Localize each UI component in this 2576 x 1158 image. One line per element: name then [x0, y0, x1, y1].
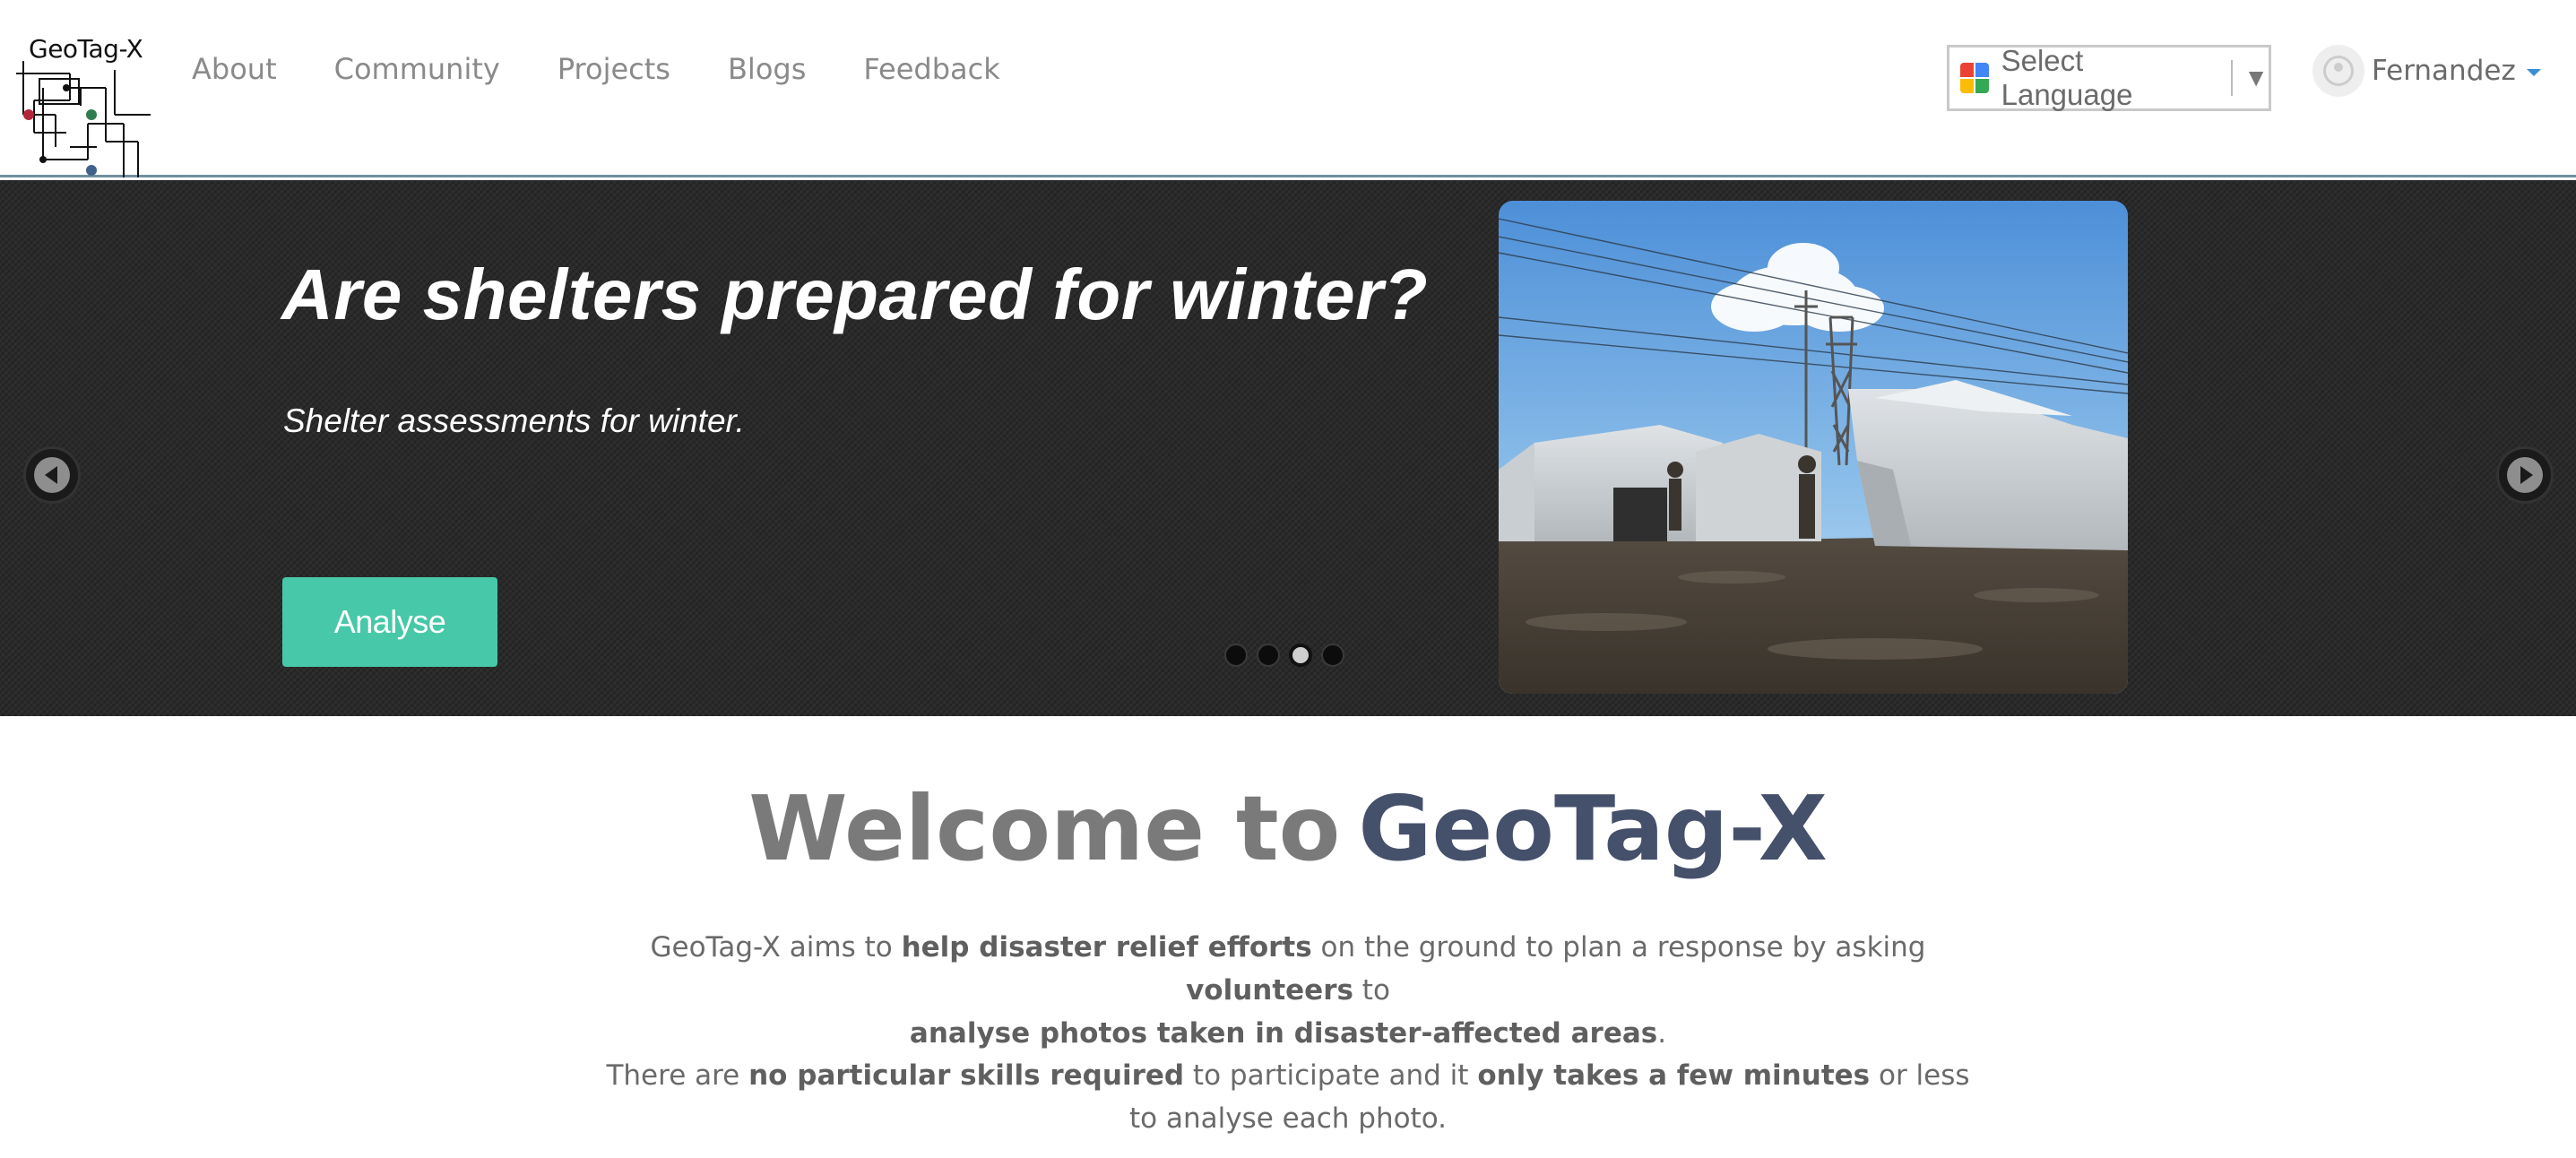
- geotag-x-logo[interactable]: GeoTag-X: [16, 34, 151, 177]
- slide-subtitle: Shelter assessments for winter.: [283, 402, 745, 439]
- language-select[interactable]: Select Language ▼: [1947, 44, 2271, 111]
- welcome-brand: GeoTag-X: [1358, 776, 1828, 881]
- logo-text: GeoTag-X: [29, 34, 143, 64]
- carousel-next-button[interactable]: [2499, 449, 2551, 501]
- nav-blogs[interactable]: Blogs: [728, 52, 806, 86]
- user-menu[interactable]: Fernandez: [2312, 45, 2541, 97]
- nav-feedback[interactable]: Feedback: [863, 52, 999, 86]
- intro-emphasis: analyse photos taken in disaster-affecte…: [909, 1017, 1658, 1050]
- intro-paragraph-1: GeoTag-X aims to help disaster relief ef…: [592, 926, 1984, 1055]
- analyse-button[interactable]: Analyse: [282, 577, 497, 667]
- google-translate-icon: [1960, 63, 1989, 93]
- arrow-left-icon: [34, 457, 70, 493]
- carousel-dot[interactable]: [1257, 644, 1280, 667]
- language-select-label: Select Language: [2001, 44, 2133, 111]
- username: Fernandez: [2372, 55, 2516, 87]
- intro-emphasis: only takes a few minutes: [1477, 1059, 1871, 1092]
- intro-paragraph-2: There are no particular skills required …: [592, 1054, 1984, 1140]
- top-navbar: GeoTag-X About Community Projects Blogs …: [0, 0, 2576, 177]
- carousel-dot-active[interactable]: [1289, 644, 1312, 667]
- intro-emphasis: help disaster relief efforts: [901, 931, 1312, 964]
- welcome-heading: Welcome to GeoTag-X: [0, 776, 2576, 881]
- intro-text: .: [1657, 1017, 1667, 1050]
- carousel-dot[interactable]: [1224, 644, 1248, 667]
- intro-text: GeoTag-X aims to: [650, 931, 902, 964]
- carousel-prev-button[interactable]: [26, 449, 78, 501]
- caret-down-icon: [2526, 69, 2541, 76]
- intro-text: on the ground to plan a response by aski…: [1311, 931, 1926, 964]
- featured-carousel: Are shelters prepared for winter? Shelte…: [0, 180, 2576, 716]
- arrow-right-icon: [2507, 457, 2543, 493]
- welcome-prefix: Welcome to: [748, 776, 1341, 881]
- language-select-divider: [2231, 60, 2234, 96]
- nav-about[interactable]: About: [192, 52, 277, 86]
- slide-photo: [1499, 201, 2128, 694]
- user-avatar-icon: [2312, 45, 2364, 97]
- intro-text: There are: [606, 1059, 749, 1092]
- dropdown-arrow-icon: ▼: [2243, 64, 2269, 91]
- carousel-dot[interactable]: [1321, 644, 1344, 667]
- intro-text: to participate and it: [1184, 1059, 1478, 1092]
- intro-emphasis: no particular skills required: [748, 1059, 1185, 1092]
- main-nav: About Community Projects Blogs Feedback: [192, 52, 1000, 86]
- slide-title: Are shelters prepared for winter?: [281, 255, 1429, 334]
- nav-community[interactable]: Community: [334, 52, 500, 86]
- intro-emphasis: volunteers: [1186, 974, 1353, 1007]
- carousel-indicators: [1224, 644, 1344, 667]
- tents-photo-image: [1499, 201, 2128, 694]
- intro-text: to: [1353, 974, 1390, 1007]
- circuit-logo-icon: [16, 61, 151, 177]
- nav-projects[interactable]: Projects: [558, 52, 670, 86]
